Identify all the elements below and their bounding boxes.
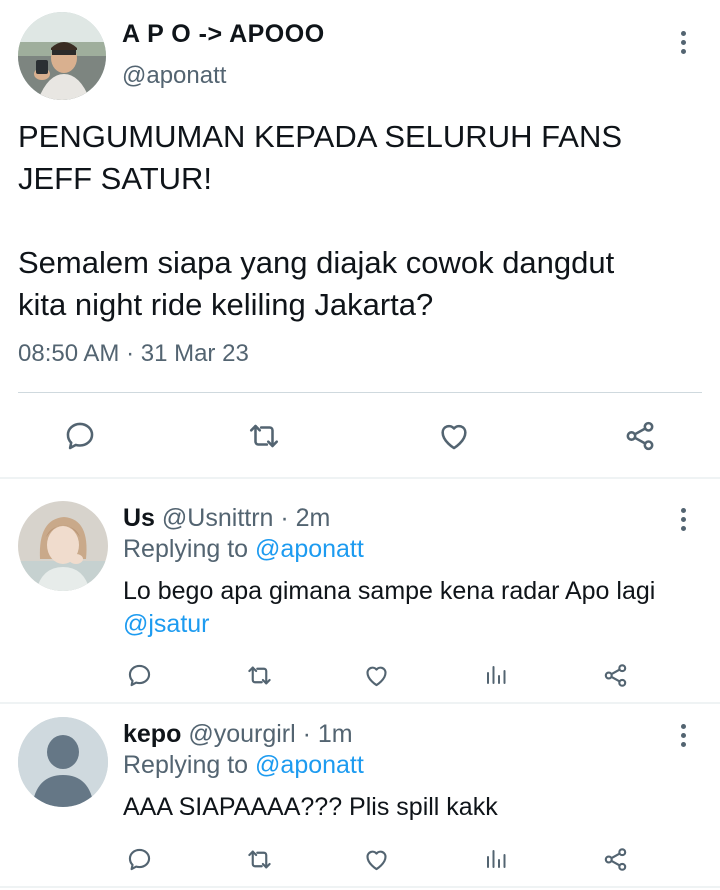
replying-to-prefix: Replying to bbox=[123, 751, 249, 779]
like-icon[interactable] bbox=[361, 844, 391, 874]
analytics-icon[interactable] bbox=[481, 660, 511, 690]
tweet-text-line: kita night ride keliling Jakarta? bbox=[18, 287, 434, 322]
replying-to: Replying to @aponatt bbox=[123, 535, 364, 564]
avatar[interactable] bbox=[18, 501, 108, 591]
reply-header: Us @Usnittrn · 2m bbox=[123, 504, 330, 533]
tweet-text: PENGUMUMAN KEPADA SELURUH FANS JEFF SATU… bbox=[18, 116, 708, 326]
display-name[interactable]: kepo bbox=[123, 720, 181, 748]
divider bbox=[0, 702, 720, 704]
more-options-icon[interactable] bbox=[671, 505, 695, 533]
analytics-icon[interactable] bbox=[481, 844, 511, 874]
reply-icon[interactable] bbox=[124, 844, 154, 874]
retweet-icon[interactable] bbox=[244, 844, 274, 874]
tweet-text-line: JEFF SATUR! bbox=[18, 161, 213, 196]
more-options-icon[interactable] bbox=[671, 721, 695, 749]
share-icon[interactable] bbox=[600, 844, 630, 874]
display-name[interactable]: A P O -> APOOO bbox=[122, 20, 325, 49]
share-icon[interactable] bbox=[620, 416, 660, 456]
retweet-icon[interactable] bbox=[244, 660, 274, 690]
handle-time[interactable]: @yourgirl · 1m bbox=[188, 720, 352, 748]
reply-icon[interactable] bbox=[60, 416, 100, 456]
reply-header: kepo @yourgirl · 1m bbox=[123, 720, 353, 749]
avatar[interactable] bbox=[18, 12, 106, 100]
reply-text-line: Lo bego apa gimana sampe kena radar Apo … bbox=[123, 577, 656, 605]
share-icon[interactable] bbox=[600, 660, 630, 690]
handle-time[interactable]: @Usnittrn · 2m bbox=[162, 504, 330, 532]
reply-text: AAA SIAPAAAA??? Plis spill kakk bbox=[123, 793, 498, 821]
replying-to-link[interactable]: @aponatt bbox=[255, 535, 364, 563]
tweet-text-line: Semalem siapa yang diajak cowok dangdut bbox=[18, 245, 615, 280]
like-icon[interactable] bbox=[361, 660, 391, 690]
replying-to: Replying to @aponatt bbox=[123, 751, 364, 780]
display-name[interactable]: Us bbox=[123, 504, 155, 532]
reply-icon[interactable] bbox=[124, 660, 154, 690]
replying-to-prefix: Replying to bbox=[123, 535, 249, 563]
divider bbox=[18, 392, 702, 393]
replying-to-link[interactable]: @aponatt bbox=[255, 751, 364, 779]
avatar-default[interactable] bbox=[18, 717, 108, 807]
tweet-timestamp[interactable]: 08:50 AM · 31 Mar 23 bbox=[18, 340, 249, 368]
divider bbox=[0, 886, 720, 888]
reply-text: Lo bego apa gimana sampe kena radar Apo … bbox=[123, 575, 713, 641]
main-tweet: A P O -> APOOO @aponatt PENGUMUMAN KEPAD… bbox=[0, 0, 720, 478]
more-options-icon[interactable] bbox=[671, 28, 695, 56]
retweet-icon[interactable] bbox=[244, 416, 284, 456]
tweet-text-line: PENGUMUMAN KEPADA SELURUH FANS bbox=[18, 119, 623, 154]
divider bbox=[0, 477, 720, 479]
like-icon[interactable] bbox=[434, 416, 474, 456]
user-handle[interactable]: @aponatt bbox=[122, 62, 226, 90]
mention-link[interactable]: @jsatur bbox=[123, 608, 713, 641]
